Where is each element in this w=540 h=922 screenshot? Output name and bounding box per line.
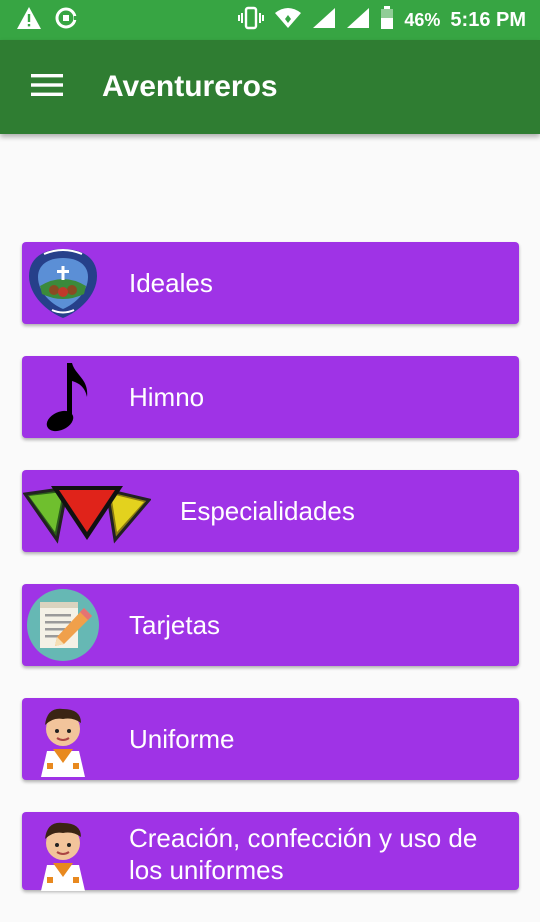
menu-item-label: Himno [129,382,205,412]
signal-icon [346,7,370,34]
vibrate-icon [238,6,265,35]
battery-percentage: 46% [404,9,441,30]
app-bar: Aventureros [0,40,540,134]
adventurer-club-badge-icon [24,244,102,322]
notepad-pencil-icon [24,586,102,664]
menu-item-himno[interactable]: Himno [22,356,519,438]
menu-item-label: Tarjetas [129,610,221,640]
app-title: Aventureros [102,70,278,103]
menu-item-label: Creación, confección y uso de los unifor… [129,823,478,885]
triangle-badges-icon [22,472,152,550]
menu-item-creacion-uniformes[interactable]: Creación, confección y uso de los unifor… [22,812,519,892]
menu-item-especialidades[interactable]: Especialidades [22,470,519,552]
music-note-icon [24,358,102,436]
status-bar-left [16,6,80,35]
boy-uniform-icon [24,814,102,892]
status-bar-right: 46% 5:16 PM [238,5,526,35]
menu-item-label: Uniforme [129,724,235,754]
menu-item-uniforme[interactable]: Uniforme [22,698,519,780]
menu-item-label: Ideales [129,268,213,298]
hamburger-menu-icon [31,73,63,102]
hamburger-menu-button[interactable] [22,62,72,112]
wifi-icon [274,7,302,34]
menu-item-label: Especialidades [180,496,355,526]
menu-item-ideales[interactable]: Ideales [22,242,519,324]
status-bar: 46% 5:16 PM [0,0,540,40]
signal-icon [312,7,336,34]
boy-uniform-icon [24,700,102,778]
battery-icon [380,5,394,35]
menu-list: Ideales Himno Especialidades Tarjetas Un… [22,242,519,922]
sync-icon [54,6,80,35]
warning-icon [16,6,42,35]
clock: 5:16 PM [450,8,526,31]
menu-item-tarjetas[interactable]: Tarjetas [22,584,519,666]
